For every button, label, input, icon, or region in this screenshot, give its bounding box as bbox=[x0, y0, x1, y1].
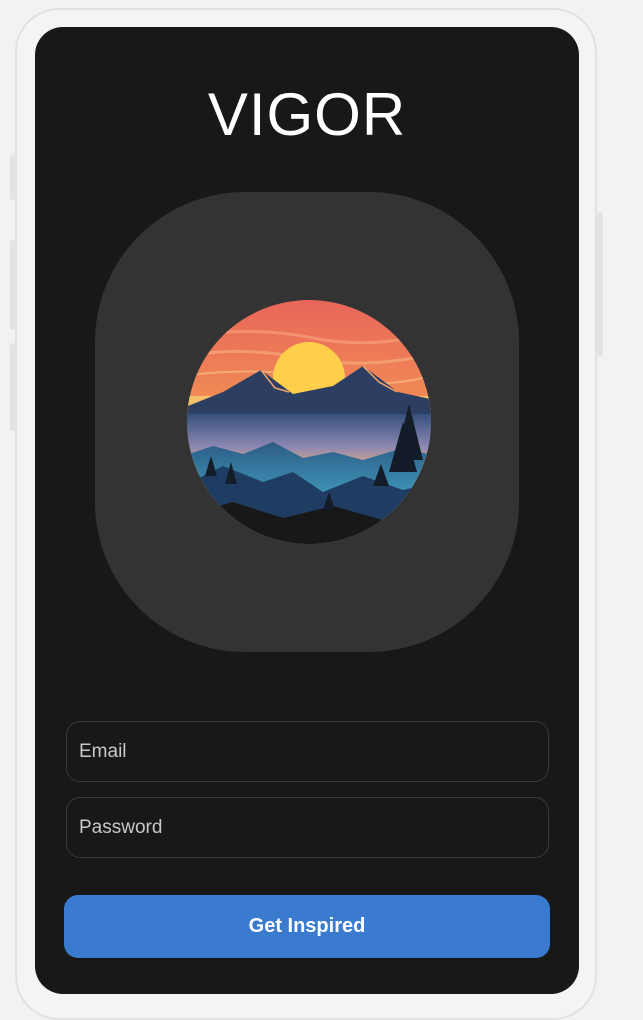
phone-side-button bbox=[10, 155, 16, 200]
email-field[interactable] bbox=[66, 721, 549, 782]
app-title: VIGOR bbox=[207, 81, 407, 148]
phone-side-button bbox=[597, 212, 603, 357]
mountain-sunset-logo bbox=[187, 300, 431, 544]
phone-side-button bbox=[10, 240, 16, 330]
logo-card bbox=[95, 192, 519, 652]
phone-side-button bbox=[10, 343, 16, 431]
get-inspired-button[interactable]: Get Inspired bbox=[64, 895, 550, 958]
password-field[interactable] bbox=[66, 797, 549, 858]
app-screen: VIGOR Email Get Inspired bbox=[35, 27, 579, 994]
